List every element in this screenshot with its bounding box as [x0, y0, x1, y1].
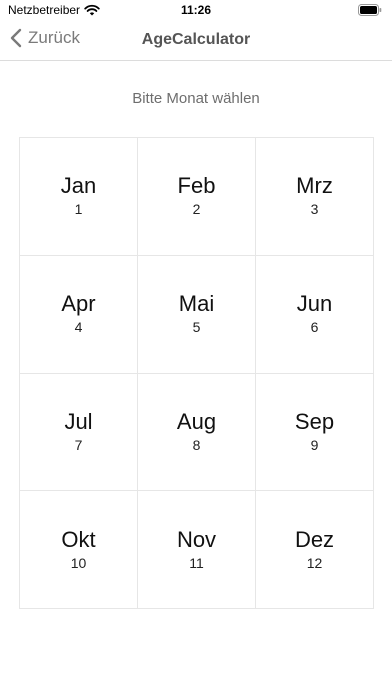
month-number: 9	[310, 436, 319, 453]
month-number: 4	[74, 319, 83, 336]
navigation-bar: Zurück AgeCalculator	[0, 22, 392, 61]
month-name: Jun	[296, 291, 333, 317]
app-screen: Netzbetreiber 11:26 Zurück AgeCalculator…	[0, 0, 392, 696]
month-number: 12	[306, 554, 323, 571]
month-cell-aug[interactable]: Aug 8	[138, 373, 256, 492]
month-name: Dez	[294, 526, 335, 552]
month-cell-dez[interactable]: Dez 12	[256, 491, 374, 609]
month-name: Mai	[178, 291, 215, 317]
month-number: 5	[192, 319, 201, 336]
month-cell-apr[interactable]: Apr 4	[20, 255, 138, 374]
month-number: 6	[310, 319, 319, 336]
month-number: 3	[310, 201, 319, 218]
page-title: AgeCalculator	[141, 31, 251, 48]
month-name: Jan	[60, 173, 97, 199]
month-cell-jun[interactable]: Jun 6	[256, 255, 374, 374]
month-cell-nov[interactable]: Nov 11	[138, 491, 256, 609]
month-name: Apr	[61, 291, 96, 317]
month-name: Mrz	[296, 173, 333, 199]
month-number: 11	[189, 554, 204, 571]
month-cell-mrz[interactable]: Mrz 3	[256, 138, 374, 256]
month-cell-okt[interactable]: Okt 10	[20, 491, 138, 609]
month-name: Feb	[177, 173, 216, 199]
battery-icon	[358, 4, 382, 16]
month-cell-feb[interactable]: Feb 2	[138, 138, 256, 256]
month-cell-jan[interactable]: Jan 1	[20, 138, 138, 256]
month-grid: Jan 1 Feb 2 Mrz 3 Apr 4 Mai 5 Jun 6 Jul …	[19, 137, 374, 609]
month-number: 8	[192, 436, 201, 453]
month-name: Aug	[176, 408, 217, 434]
status-bar: Netzbetreiber 11:26	[0, 0, 392, 22]
month-number: 1	[74, 201, 83, 218]
month-name: Nov	[176, 526, 217, 552]
month-cell-jul[interactable]: Jul 7	[20, 373, 138, 492]
month-number: 10	[70, 554, 87, 571]
month-number: 7	[74, 436, 83, 453]
month-number: 2	[192, 201, 201, 218]
month-name: Jul	[64, 408, 93, 434]
month-cell-mai[interactable]: Mai 5	[138, 255, 256, 374]
month-prompt: Bitte Monat wählen	[132, 90, 260, 107]
month-name: Okt	[61, 526, 96, 552]
status-time: 11:26	[180, 3, 212, 17]
month-cell-sep[interactable]: Sep 9	[256, 373, 374, 492]
month-name: Sep	[294, 408, 335, 434]
